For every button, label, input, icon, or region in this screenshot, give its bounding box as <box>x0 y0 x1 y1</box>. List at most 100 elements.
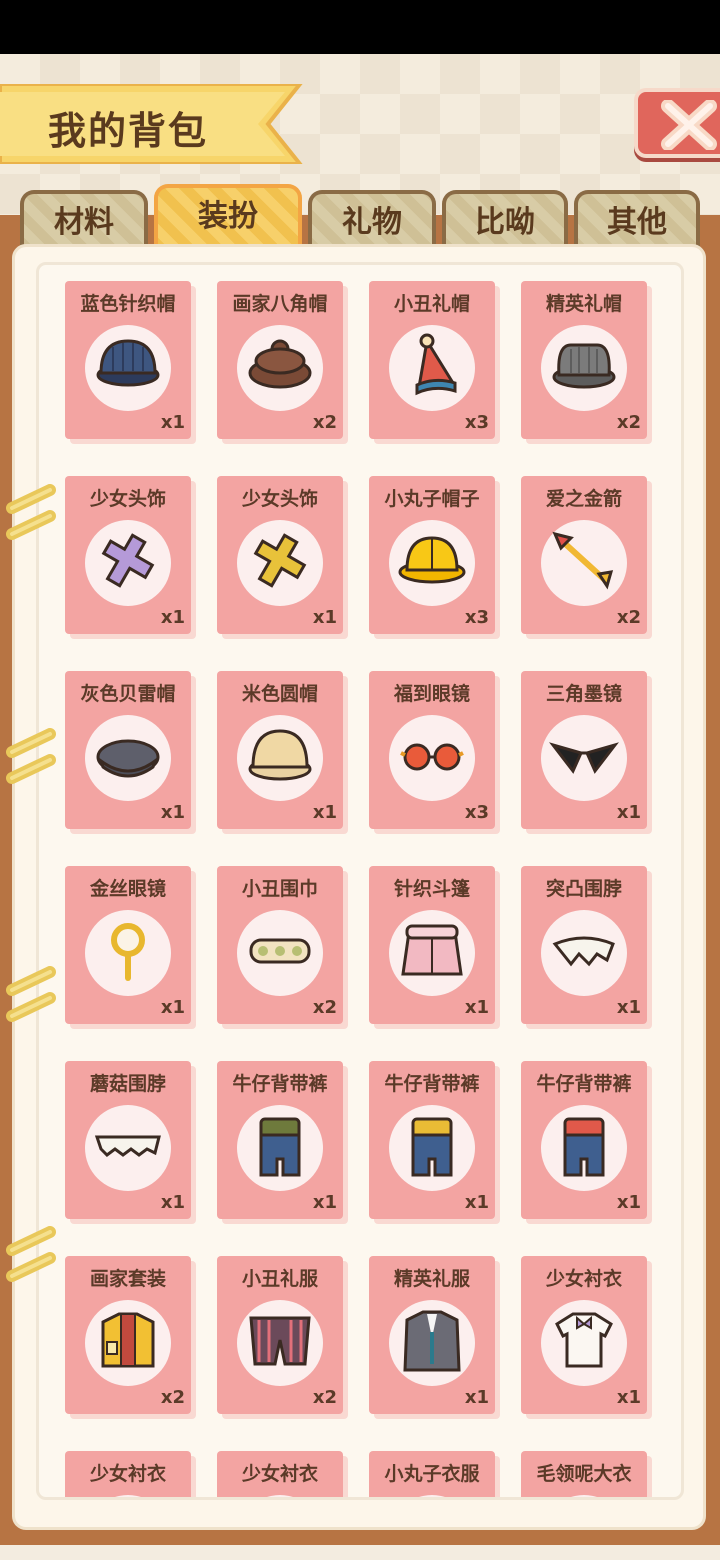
item-name: 牛仔背带裤 <box>384 1073 480 1095</box>
tab-dressup[interactable]: 装扮 <box>154 184 302 252</box>
item-icon-frame <box>85 325 171 411</box>
beige-round-hat-icon <box>248 729 312 781</box>
clown-shorts-icon <box>249 1316 311 1366</box>
item-icon-frame <box>541 1300 627 1386</box>
item-card[interactable]: 少女衬衣 <box>217 1451 343 1497</box>
item-card[interactable]: 针织斗篷 x1 <box>369 866 495 1024</box>
item-card[interactable]: 少女头饰 x1 <box>65 476 191 634</box>
item-card[interactable]: 蘑菇围脖 x1 <box>65 1061 191 1219</box>
item-icon-frame <box>85 910 171 996</box>
yellow-cross-hairpin-icon <box>253 533 307 588</box>
item-count: x2 <box>616 412 641 433</box>
item-name: 灰色贝雷帽 <box>80 683 176 705</box>
item-icon-frame <box>85 520 171 606</box>
tab-biyou[interactable]: 比呦 <box>442 190 568 252</box>
title-banner: 我的背包 <box>0 84 304 164</box>
item-icon-frame <box>389 910 475 996</box>
item-name: 少女头饰 <box>241 488 318 510</box>
page-title: 我的背包 <box>48 109 209 153</box>
item-icon-frame <box>85 1105 171 1191</box>
overalls-yellow-icon <box>411 1117 453 1177</box>
item-count: x1 <box>616 1387 641 1408</box>
overalls-red-icon <box>563 1117 605 1177</box>
item-name: 小丑礼服 <box>241 1268 318 1290</box>
item-count: x2 <box>312 997 337 1018</box>
item-count: x1 <box>312 1192 337 1213</box>
item-name: 三角墨镜 <box>545 683 622 705</box>
item-count: x1 <box>616 997 641 1018</box>
item-card[interactable]: 毛领呢大衣 <box>521 1451 647 1497</box>
item-count: x2 <box>616 607 641 628</box>
item-card[interactable]: 米色圆帽 x1 <box>217 671 343 829</box>
item-count: x1 <box>616 802 641 823</box>
item-card[interactable]: 小丸子衣服 <box>369 1451 495 1497</box>
item-count: x1 <box>312 802 337 823</box>
item-card[interactable]: 牛仔背带裤 x1 <box>369 1061 495 1219</box>
item-icon-frame <box>237 1495 323 1497</box>
item-name: 小丑礼帽 <box>393 293 470 315</box>
tab-materials[interactable]: 材料 <box>20 190 148 252</box>
item-name: 突凸围脖 <box>545 878 622 900</box>
item-count: x1 <box>464 1192 489 1213</box>
monocle-icon <box>111 923 145 981</box>
item-icon-frame <box>389 1105 475 1191</box>
item-card[interactable]: 金丝眼镜 x1 <box>65 866 191 1024</box>
item-count: x1 <box>160 412 185 433</box>
golden-arrow-icon <box>552 531 614 590</box>
item-icon-frame <box>541 910 627 996</box>
item-count: x1 <box>160 802 185 823</box>
item-card[interactable]: 小丑围巾 x2 <box>217 866 343 1024</box>
item-card[interactable]: 牛仔背带裤 x1 <box>521 1061 647 1219</box>
item-icon-frame <box>541 520 627 606</box>
item-card[interactable]: 突凸围脖 x1 <box>521 866 647 1024</box>
item-card[interactable]: 小丸子帽子 x3 <box>369 476 495 634</box>
item-card[interactable]: 牛仔背带裤 x1 <box>217 1061 343 1219</box>
item-card[interactable]: 画家套装 x2 <box>65 1256 191 1414</box>
item-card[interactable]: 爱之金箭 x2 <box>521 476 647 634</box>
item-icon-frame <box>389 1495 475 1497</box>
item-card[interactable]: 灰色贝雷帽 x1 <box>65 671 191 829</box>
item-card[interactable]: 小丑礼帽 x3 <box>369 281 495 439</box>
item-name: 蓝色针织帽 <box>80 293 176 315</box>
item-name: 米色圆帽 <box>241 683 318 705</box>
item-icon-frame <box>389 325 475 411</box>
binding-ring-icon <box>6 966 56 1022</box>
item-count: x3 <box>464 802 489 823</box>
purple-cross-hairpin-icon <box>101 533 155 588</box>
item-card[interactable]: 小丑礼服 x2 <box>217 1256 343 1414</box>
item-card[interactable]: 福到眼镜 x3 <box>369 671 495 829</box>
painter-beret-icon <box>248 339 312 389</box>
item-name: 画家套装 <box>89 1268 166 1290</box>
item-card[interactable]: 精英礼帽 x2 <box>521 281 647 439</box>
item-name: 蘑菇围脖 <box>89 1073 166 1095</box>
item-card[interactable]: 精英礼服 x1 <box>369 1256 495 1414</box>
painter-suit-icon <box>101 1312 155 1368</box>
item-name: 少女衬衣 <box>241 1463 318 1485</box>
gray-beret-icon <box>96 739 160 778</box>
item-name: 小丸子衣服 <box>384 1463 480 1485</box>
inventory-grid[interactable]: 蓝色针织帽 x1 画家八角帽 x2 小丑礼帽 x3 精英礼帽 x2 少女头饰 x1 少女头饰 x1 小丸… <box>36 262 684 1500</box>
item-card[interactable]: 蓝色针织帽 x1 <box>65 281 191 439</box>
elite-suit-icon <box>403 1310 461 1372</box>
overalls-green-icon <box>259 1117 301 1177</box>
item-name: 毛领呢大衣 <box>536 1463 632 1485</box>
item-card[interactable]: 画家八角帽 x2 <box>217 281 343 439</box>
binding-ring-icon <box>6 1226 56 1282</box>
girl-shirt-icon <box>555 1312 613 1368</box>
item-card[interactable]: 少女头饰 x1 <box>217 476 343 634</box>
item-count: x1 <box>160 997 185 1018</box>
binding-ring-icon <box>6 484 56 540</box>
item-name: 牛仔背带裤 <box>232 1073 328 1095</box>
item-card[interactable]: 少女衬衣 x1 <box>521 1256 647 1414</box>
item-name: 牛仔背带裤 <box>536 1073 632 1095</box>
item-icon-frame <box>237 325 323 411</box>
tab-gifts[interactable]: 礼物 <box>308 190 436 252</box>
close-button[interactable] <box>634 88 720 158</box>
item-count: x3 <box>464 607 489 628</box>
item-icon-frame <box>541 715 627 801</box>
tab-other[interactable]: 其他 <box>574 190 700 252</box>
item-count: x2 <box>160 1387 185 1408</box>
item-card[interactable]: 少女衬衣 <box>65 1451 191 1497</box>
item-card[interactable]: 三角墨镜 x1 <box>521 671 647 829</box>
item-icon-frame <box>237 1105 323 1191</box>
